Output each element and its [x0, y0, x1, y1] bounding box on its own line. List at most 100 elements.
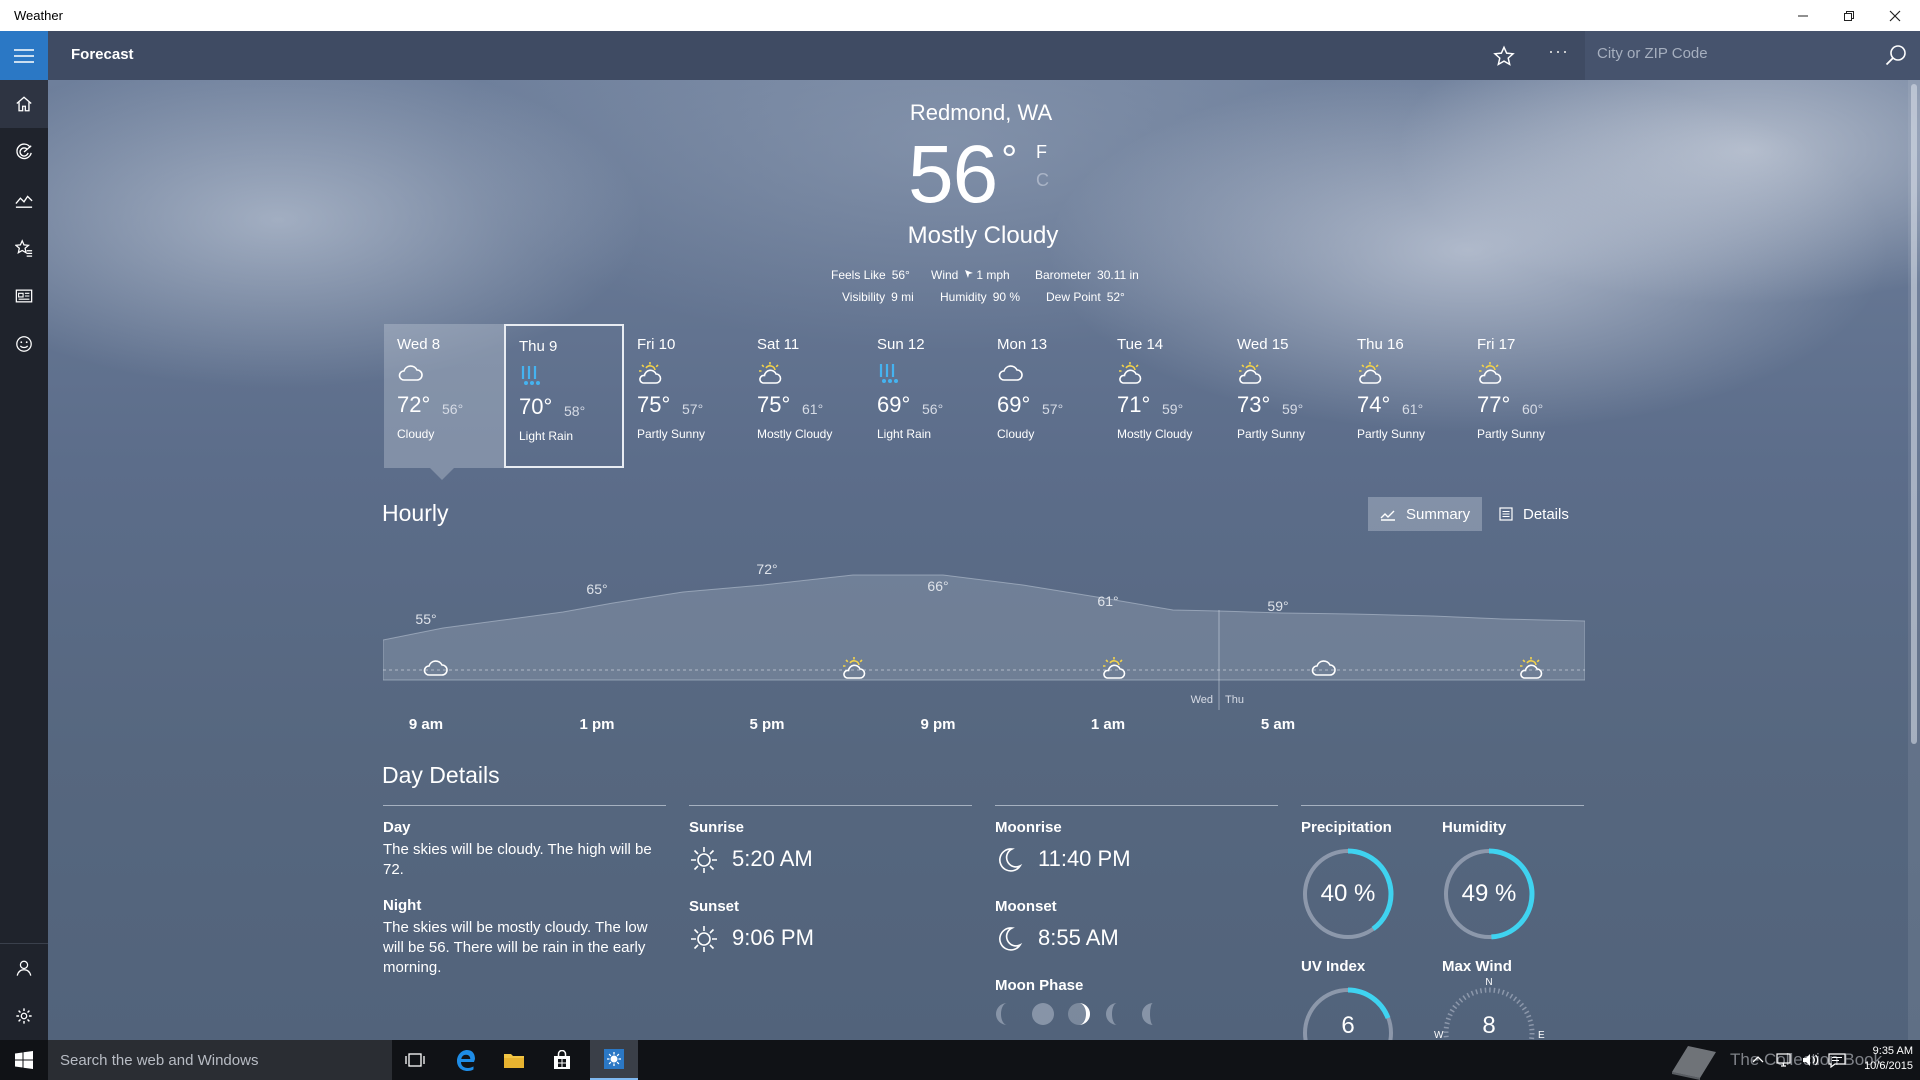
day-card[interactable]: Thu 16 74° 61° Partly Sunny	[1344, 324, 1464, 468]
moon-phase-icon	[1142, 1003, 1153, 1025]
day-condition: Partly Sunny	[1357, 427, 1426, 441]
cloud-icon	[1311, 660, 1336, 676]
nav-places[interactable]	[0, 224, 48, 272]
day-name: Fri 17	[1477, 336, 1516, 353]
current-temperature: 56 °	[908, 128, 1017, 222]
compass-north: N	[1485, 977, 1492, 988]
sunset-icon	[691, 926, 717, 952]
clock-time: 9:35 AM	[1872, 1045, 1913, 1057]
partly-sunny-icon	[1520, 657, 1543, 679]
moonrise-time: 11:40 PM	[1038, 846, 1131, 871]
partly-sunny-icon	[1103, 657, 1126, 679]
windows-logo-icon	[15, 1051, 33, 1069]
search-button[interactable]	[1884, 43, 1910, 69]
nav-settings[interactable]	[0, 992, 48, 1040]
nav-account[interactable]	[0, 944, 48, 992]
day-card[interactable]: Mon 13 69° 57° Cloudy	[984, 324, 1104, 468]
moon-phase-icon	[1032, 1003, 1054, 1025]
volume-icon[interactable]	[1802, 1052, 1820, 1068]
scrollbar-thumb[interactable]	[1911, 84, 1917, 744]
nav-feedback[interactable]	[0, 320, 48, 368]
tab-details[interactable]: Details	[1487, 497, 1582, 531]
day-card[interactable]: Wed 8 72° 56° Cloudy	[384, 324, 504, 468]
vertical-scrollbar[interactable]	[1908, 80, 1920, 1040]
compass-east: E	[1538, 1030, 1545, 1040]
file-explorer-button[interactable]	[498, 1046, 530, 1074]
stat-value: 90 %	[992, 290, 1021, 304]
system-clock[interactable]: 9:35 AM 10/6/2015	[1853, 1044, 1913, 1074]
hourly-time-label: 5 am	[1260, 716, 1296, 733]
taskbar-search-box[interactable]: Search the web and Windows	[48, 1040, 392, 1080]
store-button[interactable]	[546, 1046, 578, 1074]
restore-button[interactable]	[1826, 0, 1872, 31]
stat-value: 1 mph	[976, 268, 1010, 282]
taskbar: Search the web and Windows The Collectio…	[0, 1040, 1920, 1080]
sunrise-label: Sunrise	[689, 819, 745, 836]
stat-value: 9 mi	[891, 290, 914, 304]
uv-index-value: 6	[1341, 1012, 1355, 1039]
task-view-button[interactable]	[400, 1046, 430, 1074]
details-rule	[995, 805, 1278, 806]
day-card[interactable]: Wed 15 73° 59° Partly Sunny	[1224, 324, 1344, 468]
network-icon[interactable]	[1776, 1052, 1794, 1068]
favorite-button[interactable]	[1490, 42, 1518, 70]
taskbar-search-placeholder: Search the web and Windows	[60, 1052, 259, 1069]
nav-news[interactable]	[0, 272, 48, 320]
hamburger-menu-button[interactable]	[0, 31, 48, 80]
day-name: Sat 11	[757, 336, 800, 353]
night-summary-text: The skies will be mostly cloudy. The low…	[383, 919, 648, 976]
day-low-temp: 56°	[922, 401, 944, 417]
moon-phase-icon	[996, 1003, 1007, 1025]
partly-sunny-icon	[757, 362, 783, 386]
partly-sunny-icon	[1117, 362, 1143, 386]
day-card[interactable]: Thu 9 70° 58° Light Rain	[504, 324, 624, 468]
day-low-temp: 57°	[1042, 401, 1064, 417]
day-low-temp: 59°	[1162, 401, 1184, 417]
unit-celsius-toggle[interactable]: C	[1036, 170, 1049, 191]
more-options-button[interactable]: ···	[1548, 41, 1569, 62]
nav-maps[interactable]	[0, 128, 48, 176]
hourly-chart[interactable]: Wed Thu 55° 65° 72° 66° 61° 59°	[383, 550, 1585, 710]
tray-overflow-icon[interactable]	[1752, 1053, 1764, 1067]
day-card[interactable]: Sun 12 69° 56° Light Rain	[864, 324, 984, 468]
moonset-label: Moonset	[995, 898, 1057, 915]
cloud-icon	[397, 362, 423, 386]
day-card[interactable]: Sat 11 75° 61° Mostly Cloudy	[744, 324, 864, 468]
store-bag-icon	[554, 1050, 570, 1069]
close-button[interactable]	[1872, 0, 1918, 31]
day-card[interactable]: Fri 10 75° 57° Partly Sunny	[624, 324, 744, 468]
current-condition: Mostly Cloudy	[907, 222, 1059, 249]
day-card[interactable]: Fri 17 77° 60° Partly Sunny	[1464, 324, 1584, 468]
weather-app-button[interactable]	[590, 1040, 638, 1080]
edge-browser-button[interactable]	[450, 1046, 482, 1074]
moonset-icon	[999, 927, 1023, 951]
moon-phase-strip	[996, 1003, 1153, 1025]
day-low-temp: 60°	[1522, 401, 1544, 417]
stat-value: 30.11 in	[1097, 268, 1139, 282]
nav-forecast[interactable]	[0, 80, 48, 128]
hourly-temp-label: 65°	[586, 581, 607, 597]
nav-historical[interactable]	[0, 176, 48, 224]
max-wind-label: Max Wind	[1442, 958, 1512, 975]
tab-summary[interactable]: Summary	[1368, 497, 1482, 531]
day-card[interactable]: Tue 14 71° 59° Mostly Cloudy	[1104, 324, 1224, 468]
wind-stat: Wind 1 mph	[931, 268, 1010, 282]
star-icon	[1493, 45, 1515, 66]
minimize-button[interactable]	[1780, 0, 1826, 31]
search-box	[1585, 31, 1920, 80]
hourly-title: Hourly	[382, 500, 449, 526]
start-button[interactable]	[0, 1040, 48, 1080]
humidity-value: 49 %	[1461, 880, 1517, 907]
humidity-label: Humidity	[1442, 819, 1507, 836]
window-title: Weather	[14, 8, 63, 23]
rain-icon	[519, 364, 545, 388]
clock-date: 10/6/2015	[1864, 1060, 1913, 1072]
hourly-temperature-area	[383, 574, 1585, 681]
city-search-input[interactable]	[1597, 45, 1867, 62]
day-high-temp: 71°	[1117, 392, 1151, 417]
action-center-icon[interactable]	[1828, 1052, 1846, 1068]
gear-icon	[16, 1008, 32, 1024]
unit-fahrenheit-toggle[interactable]: F	[1036, 142, 1047, 163]
day-name: Mon 13	[997, 336, 1048, 353]
app-header: Forecast ···	[0, 31, 1920, 80]
